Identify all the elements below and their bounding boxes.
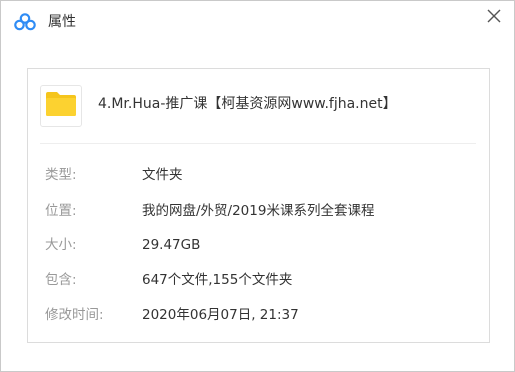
property-value: 2020年06月07日, 21:37 <box>142 307 299 323</box>
property-value: 29.47GB <box>142 237 201 253</box>
property-label: 位置: <box>45 203 77 219</box>
title-bar: 属性 <box>1 1 514 45</box>
dialog-title: 属性 <box>48 14 76 30</box>
property-value: 文件夹 <box>142 167 183 183</box>
property-label: 修改时间: <box>45 307 104 323</box>
property-row-type: 类型: 文件夹 <box>28 165 489 185</box>
folder-icon <box>45 91 77 121</box>
property-row-location: 位置: 我的网盘/外贸/2019米课系列全套课程 <box>28 201 489 221</box>
properties-panel: 4.Mr.Hua-推广课【柯基资源网www.fjha.net】 类型: 文件夹 … <box>27 68 490 343</box>
property-value: 我的网盘/外贸/2019米课系列全套课程 <box>142 203 375 219</box>
property-row-modified: 修改时间: 2020年06月07日, 21:37 <box>28 305 489 325</box>
file-name: 4.Mr.Hua-推广课【柯基资源网www.fjha.net】 <box>98 96 397 112</box>
property-label: 类型: <box>45 167 77 183</box>
property-label: 包含: <box>45 272 77 288</box>
property-row-size: 大小: 29.47GB <box>28 235 489 255</box>
close-icon <box>487 8 501 27</box>
property-label: 大小: <box>45 237 77 253</box>
properties-dialog: 属性 4.Mr.Hua-推广课【柯基资源网www.fjha.net】 类型: 文… <box>0 0 515 372</box>
file-icon-frame <box>40 85 82 127</box>
property-value: 647个文件,155个文件夹 <box>142 272 293 288</box>
property-row-contains: 包含: 647个文件,155个文件夹 <box>28 270 489 290</box>
divider <box>40 143 476 144</box>
close-button[interactable] <box>480 3 508 31</box>
app-logo-icon <box>14 13 36 31</box>
